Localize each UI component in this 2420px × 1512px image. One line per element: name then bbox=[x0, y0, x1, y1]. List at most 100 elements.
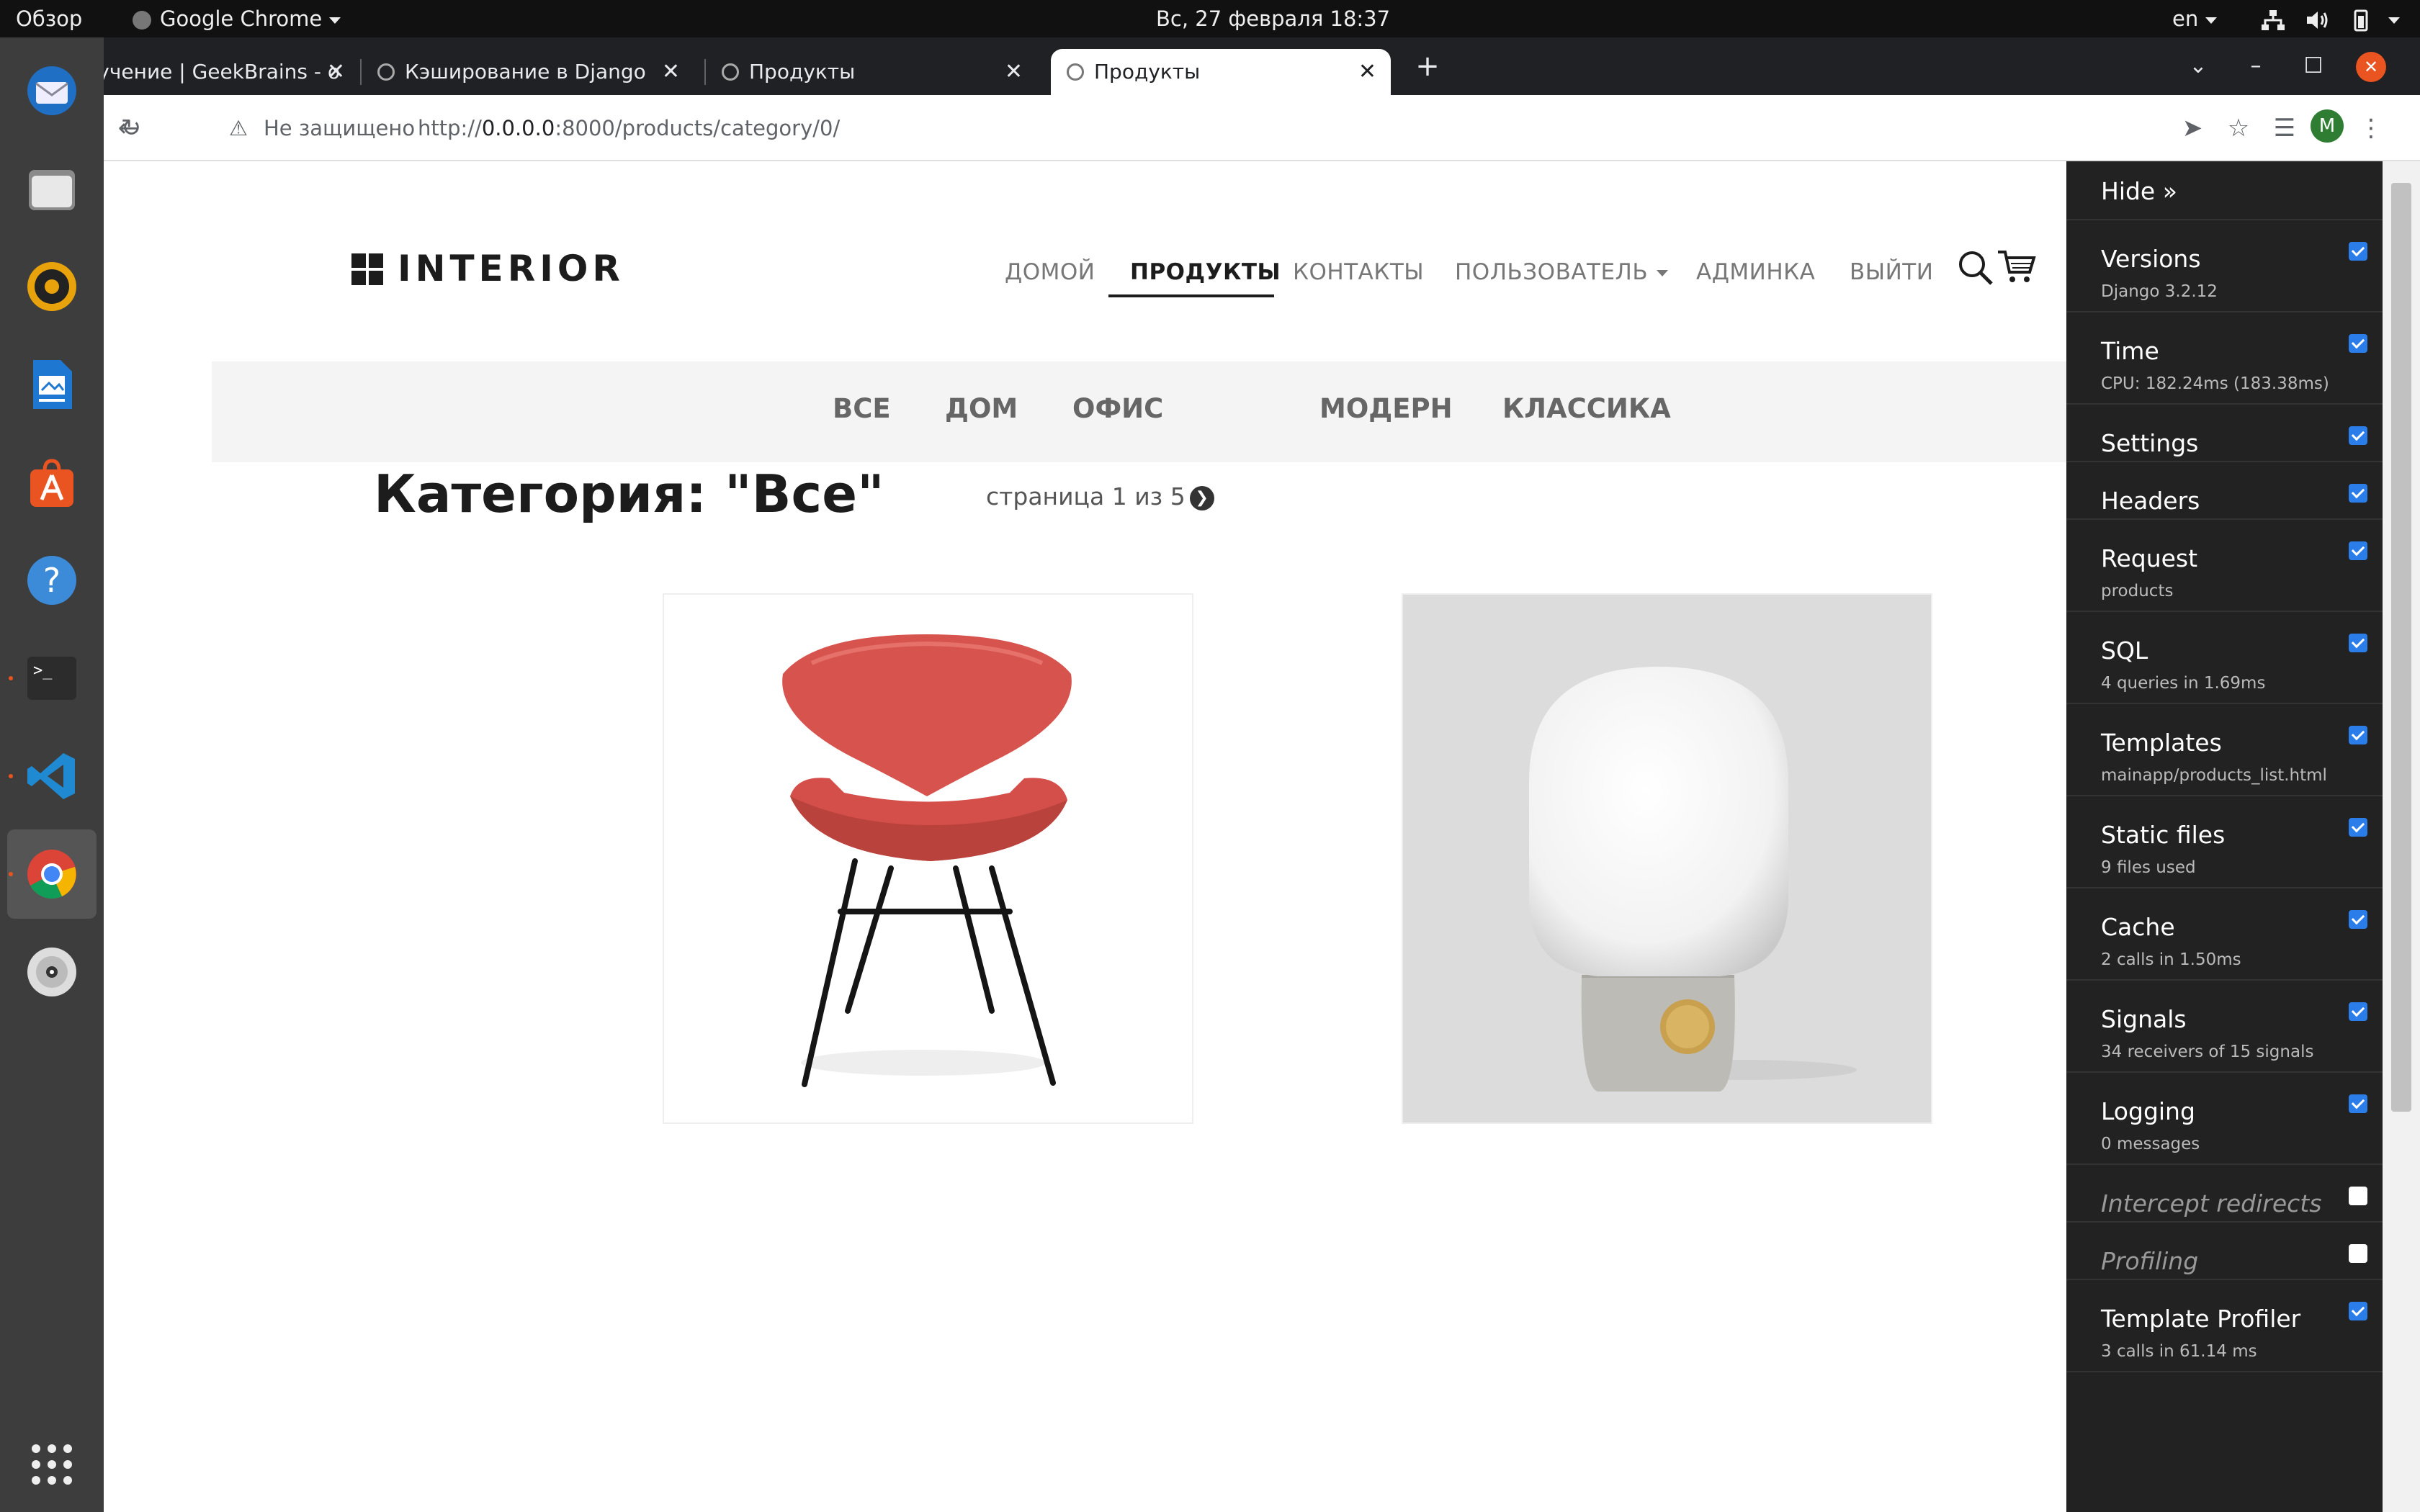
close-tab-icon[interactable]: ✕ bbox=[1005, 49, 1023, 95]
panel-checkbox[interactable] bbox=[2349, 334, 2367, 353]
tab-geekbrains[interactable]: Обучение | GeekBrains - о ✕ bbox=[104, 49, 359, 95]
panel-headers[interactable]: Headers bbox=[2066, 462, 2383, 520]
tab-search-button[interactable]: ⌄ bbox=[2177, 37, 2220, 95]
app-menu-label: Google Chrome bbox=[160, 6, 323, 31]
panel-checkbox[interactable] bbox=[2349, 1302, 2367, 1320]
panel-checkbox[interactable] bbox=[2349, 1002, 2367, 1021]
nav-user-dropdown[interactable]: ПОЛЬЗОВАТЕЛЬ bbox=[1455, 259, 1669, 285]
tab-title: Продукты bbox=[749, 60, 856, 84]
close-tab-icon[interactable]: ✕ bbox=[662, 49, 680, 95]
django-debug-toolbar: Hide » Versions Django 3.2.12 Time CPU: … bbox=[2066, 161, 2383, 1512]
system-status-menu[interactable] bbox=[2260, 0, 2400, 37]
address-bar[interactable]: ⚠ Не защищено http://0.0.0.0:8000/produc… bbox=[157, 105, 2275, 151]
dock-writer[interactable] bbox=[7, 340, 97, 429]
panel-template-profiler[interactable]: Template Profiler 3 calls in 61.14 ms bbox=[2066, 1280, 2383, 1372]
keyboard-layout-menu[interactable]: en bbox=[2172, 0, 2218, 37]
panel-subtitle: products bbox=[2101, 582, 2174, 600]
volume-icon bbox=[2307, 12, 2328, 29]
nav-user-label: ПОЛЬЗОВАТЕЛЬ bbox=[1455, 259, 1649, 285]
close-window-button[interactable]: ✕ bbox=[2349, 37, 2393, 95]
reading-list-icon: ☰ bbox=[2273, 114, 2296, 143]
dock-software[interactable] bbox=[7, 438, 97, 527]
dock-terminal[interactable]: >_ bbox=[7, 634, 97, 723]
send-to-device-button[interactable]: ➤ bbox=[2175, 111, 2210, 145]
panel-signals[interactable]: Signals 34 receivers of 15 signals bbox=[2066, 981, 2383, 1073]
nav-products[interactable]: ПРОДУКТЫ bbox=[1130, 259, 1281, 285]
svg-text:>_: >_ bbox=[33, 662, 53, 680]
dock-files[interactable] bbox=[7, 144, 97, 233]
dock-chrome[interactable] bbox=[7, 829, 97, 919]
category-classic[interactable]: КЛАССИКА bbox=[1502, 393, 1671, 424]
panel-checkbox[interactable] bbox=[2349, 242, 2367, 261]
dock-thunderbird[interactable] bbox=[7, 46, 97, 135]
activities-button[interactable]: Обзор bbox=[16, 0, 82, 37]
dock-help[interactable]: ? bbox=[7, 536, 97, 625]
panel-cache[interactable]: Cache 2 calls in 1.50ms bbox=[2066, 888, 2383, 981]
new-tab-button[interactable]: + bbox=[1406, 37, 1449, 95]
product-card-lamp[interactable] bbox=[1402, 593, 1932, 1124]
close-tab-icon[interactable]: ✕ bbox=[1358, 49, 1376, 95]
panel-intercept-redirects[interactable]: Intercept redirects bbox=[2066, 1165, 2383, 1223]
tab-title: Кэширование в Django bbox=[405, 60, 646, 84]
app-menu[interactable]: Google Chrome bbox=[133, 0, 341, 37]
search-icon[interactable] bbox=[1957, 249, 1994, 287]
panel-title: Templates bbox=[2101, 729, 2222, 757]
panel-checkbox[interactable] bbox=[2349, 726, 2367, 744]
system-top-bar: Обзор Google Chrome Вс, 27 февраля 18:37… bbox=[0, 0, 2420, 37]
tab-django-caching[interactable]: Кэширование в Django ✕ bbox=[362, 49, 694, 95]
minimize-button[interactable]: – bbox=[2234, 37, 2277, 95]
panel-templates[interactable]: Templates mainapp/products_list.html bbox=[2066, 704, 2383, 796]
dock-dvd[interactable] bbox=[7, 927, 97, 1017]
product-image-red-chair bbox=[782, 634, 1072, 1087]
dock-vscode[interactable] bbox=[7, 732, 97, 821]
product-card-chair[interactable] bbox=[663, 593, 1193, 1124]
panel-static-files[interactable]: Static files 9 files used bbox=[2066, 796, 2383, 888]
panel-subtitle: mainapp/products_list.html bbox=[2101, 766, 2327, 785]
panel-checkbox[interactable] bbox=[2349, 1244, 2367, 1263]
close-tab-icon[interactable]: ✕ bbox=[327, 49, 345, 95]
show-applications-button[interactable] bbox=[7, 1420, 97, 1509]
panel-profiling[interactable]: Profiling bbox=[2066, 1223, 2383, 1280]
panel-checkbox[interactable] bbox=[2349, 818, 2367, 837]
new-tab-label: + bbox=[1415, 50, 1440, 83]
tab-products-active[interactable]: Продукты ✕ bbox=[1051, 49, 1391, 95]
bookmark-button[interactable]: ☆ bbox=[2221, 111, 2256, 145]
scrollbar-thumb[interactable] bbox=[2391, 183, 2411, 1112]
tab-products[interactable]: Продукты ✕ bbox=[706, 49, 1037, 95]
nav-admin[interactable]: АДМИНКА bbox=[1696, 259, 1815, 285]
reload-button[interactable]: ↻ bbox=[114, 111, 148, 145]
category-office[interactable]: ОФИС bbox=[1072, 393, 1163, 424]
reading-list-button[interactable]: ☰ bbox=[2267, 111, 2302, 145]
page-scrollbar[interactable] bbox=[2383, 161, 2420, 1512]
panel-settings[interactable]: Settings bbox=[2066, 405, 2383, 462]
maximize-button[interactable]: ☐ bbox=[2292, 37, 2335, 95]
chrome-menu-button[interactable]: ⋮ bbox=[2354, 111, 2388, 145]
cart-icon[interactable] bbox=[1996, 248, 2037, 285]
panel-checkbox[interactable] bbox=[2349, 1187, 2367, 1205]
site-logo[interactable]: INTERIOR bbox=[398, 248, 624, 289]
panel-request[interactable]: Request products bbox=[2066, 520, 2383, 612]
profile-avatar[interactable]: M bbox=[2311, 109, 2344, 143]
hide-toolbar-button[interactable]: Hide » bbox=[2101, 177, 2177, 205]
category-modern[interactable]: МОДЕРН bbox=[1319, 393, 1453, 424]
nav-home[interactable]: ДОМОЙ bbox=[1005, 259, 1095, 285]
category-all[interactable]: ВСЕ bbox=[833, 393, 891, 424]
nav-logout[interactable]: ВЫЙТИ bbox=[1850, 259, 1933, 285]
panel-checkbox[interactable] bbox=[2349, 484, 2367, 503]
panel-sql[interactable]: SQL 4 queries in 1.69ms bbox=[2066, 612, 2383, 704]
panel-checkbox[interactable] bbox=[2349, 541, 2367, 560]
panel-checkbox[interactable] bbox=[2349, 426, 2367, 445]
clock[interactable]: Вс, 27 февраля 18:37 bbox=[1156, 0, 1390, 37]
category-home[interactable]: ДОМ bbox=[945, 393, 1018, 424]
next-page-icon[interactable]: ❯ bbox=[1189, 485, 1214, 510]
dock-rhythmbox[interactable] bbox=[7, 242, 97, 331]
clock-label: Вс, 27 февраля 18:37 bbox=[1156, 6, 1391, 31]
panel-checkbox[interactable] bbox=[2349, 634, 2367, 652]
nav-contacts[interactable]: КОНТАКТЫ bbox=[1293, 259, 1424, 285]
panel-time[interactable]: Time CPU: 182.24ms (183.38ms) bbox=[2066, 312, 2383, 405]
panel-logging[interactable]: Logging 0 messages bbox=[2066, 1073, 2383, 1165]
panel-checkbox[interactable] bbox=[2349, 1094, 2367, 1113]
panel-checkbox[interactable] bbox=[2349, 910, 2367, 929]
panel-versions[interactable]: Versions Django 3.2.12 bbox=[2066, 220, 2383, 312]
url-text: http://0.0.0.0:8000/products/category/0/ bbox=[418, 105, 840, 151]
